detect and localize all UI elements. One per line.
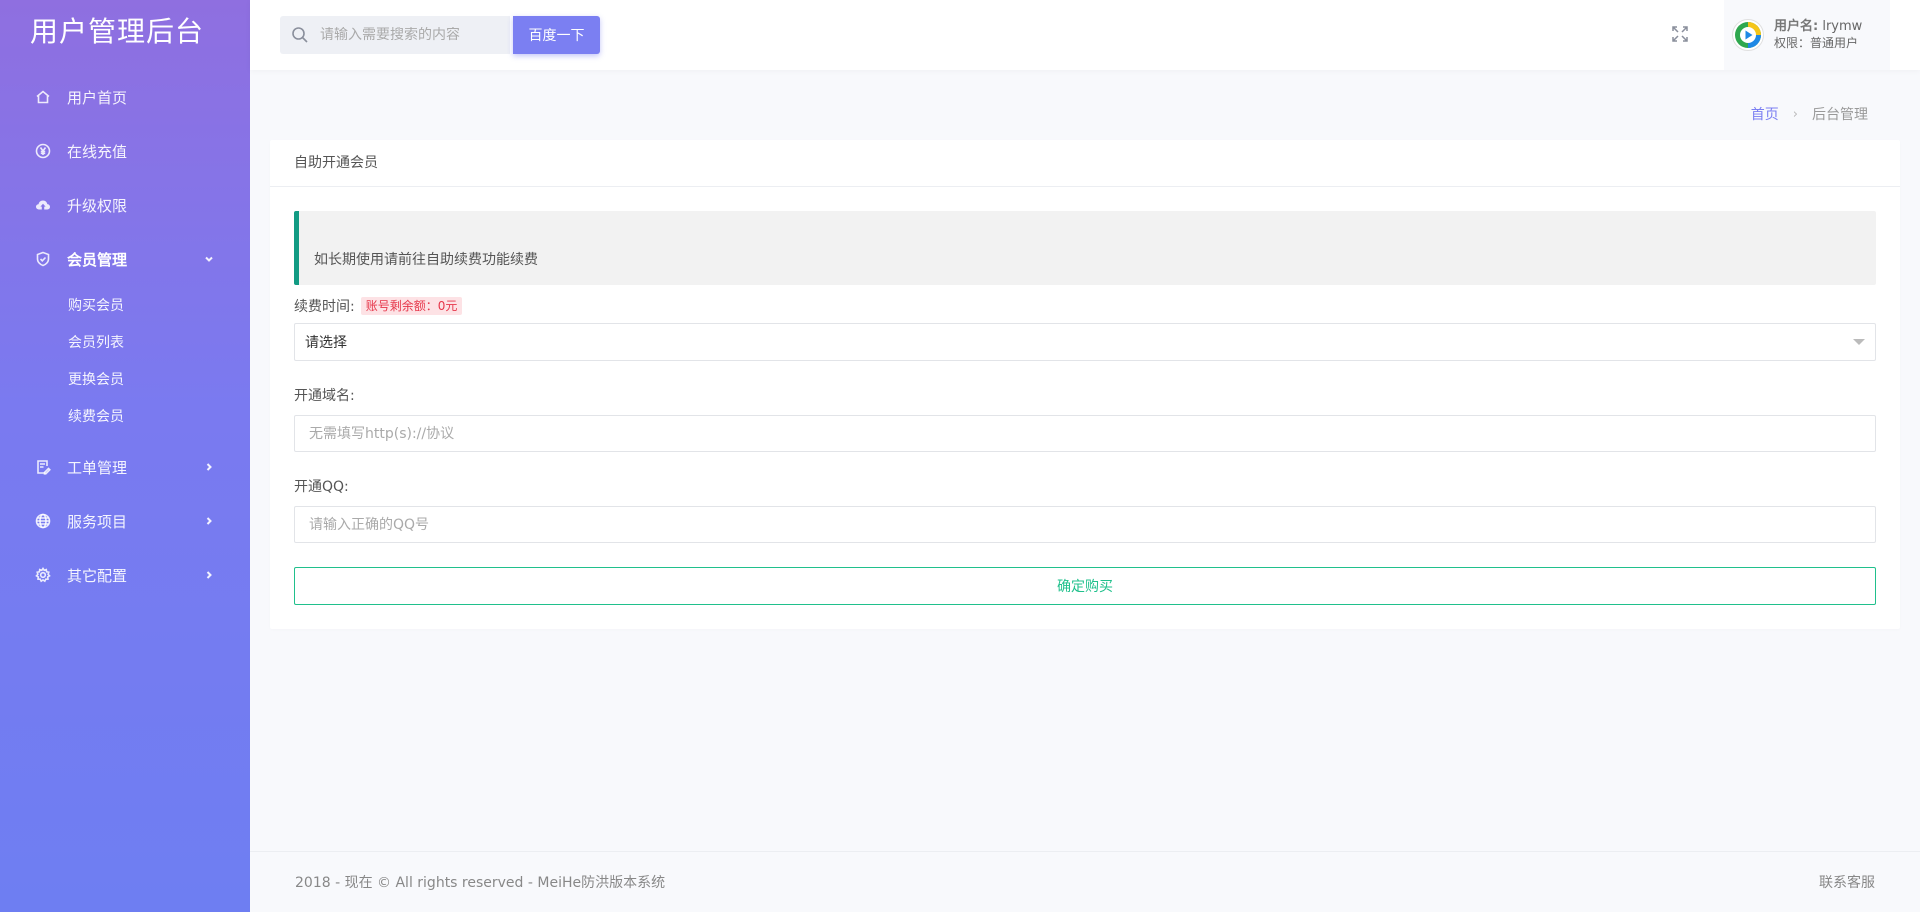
search-input[interactable] [320, 27, 500, 43]
sidebar: 用户管理后台 用户首页 在线充值 升级权限 会员管理 购买会员 会员列表 更换会… [0, 0, 250, 912]
yen-icon [34, 142, 52, 160]
renew-time-label: 续费时间: [294, 299, 355, 315]
card-title: 自助开通会员 [270, 140, 1900, 187]
notice-banner: 如长期使用请前往自助续费功能续费 [294, 211, 1876, 285]
balance-badge: 账号剩余额：0元 [360, 297, 463, 315]
breadcrumb-current: 后台管理 [1812, 107, 1868, 123]
avatar [1732, 19, 1764, 51]
domain-input[interactable] [294, 415, 1876, 452]
shield-check-icon [34, 250, 52, 268]
contact-support-link[interactable]: 联系客服 [1819, 872, 1875, 892]
sidebar-item-ticket-management[interactable]: 工单管理 [0, 440, 250, 494]
sidebar-item-label: 在线充值 [67, 142, 128, 161]
breadcrumb-home[interactable]: 首页 [1751, 104, 1779, 124]
submenu-item-member-list[interactable]: 会员列表 [0, 325, 250, 362]
ticket-edit-icon [34, 458, 52, 476]
sidebar-item-upgrade[interactable]: 升级权限 [0, 178, 250, 232]
qq-label: 开通QQ: [294, 479, 349, 495]
sidebar-item-member-management[interactable]: 会员管理 [0, 232, 250, 286]
sidebar-item-label: 升级权限 [67, 196, 128, 215]
sidebar-item-label: 其它配置 [67, 566, 128, 585]
notice-text: 如长期使用请前往自助续费功能续费 [314, 252, 538, 268]
renew-time-select[interactable]: 请选择 [294, 323, 1876, 361]
user-info: 用户名: lrymw 权限：普通用户 [1774, 19, 1862, 51]
chevron-right-icon [204, 515, 216, 527]
breadcrumb-separator: › [1792, 106, 1798, 122]
username-label: 用户名: [1774, 19, 1819, 34]
username: lrymw [1822, 19, 1863, 34]
home-icon [34, 88, 52, 106]
chevron-down-icon [204, 253, 216, 265]
sidebar-item-label: 用户首页 [67, 88, 128, 107]
chevron-right-icon [204, 461, 216, 473]
gear-icon [34, 566, 52, 584]
caret-down-icon [1853, 339, 1865, 345]
sidebar-item-recharge[interactable]: 在线充值 [0, 124, 250, 178]
renew-time-label-row: 续费时间: 账号剩余额：0元 [294, 297, 1876, 315]
submenu-member-management: 购买会员 会员列表 更换会员 续费会员 [0, 286, 250, 440]
sidebar-item-services[interactable]: 服务项目 [0, 494, 250, 548]
confirm-purchase-button[interactable]: 确定购买 [294, 567, 1876, 605]
domain-label: 开通域名: [294, 388, 355, 404]
top-header: 百度一下 用户名: lrymw 权限：普通用户 [250, 0, 1920, 70]
footer: 2018 - 现在 © All rights reserved - MeiHe防… [250, 851, 1920, 912]
card-body: 如长期使用请前往自助续费功能续费 续费时间: 账号剩余额：0元 请选择 开通域名… [270, 187, 1900, 605]
sidebar-item-other-settings[interactable]: 其它配置 [0, 548, 250, 602]
brand-title: 用户管理后台 [30, 15, 205, 48]
select-value: 请选择 [305, 335, 347, 351]
fullscreen-icon[interactable] [1670, 24, 1690, 44]
sidebar-item-label: 工单管理 [67, 458, 128, 477]
submenu-item-change-member[interactable]: 更换会员 [0, 362, 250, 399]
globe-icon [34, 512, 52, 530]
chevron-right-icon [204, 569, 216, 581]
sidebar-nav: 用户首页 在线充值 升级权限 会员管理 购买会员 会员列表 更换会员 续费会员 … [0, 70, 250, 602]
sidebar-item-label: 会员管理 [67, 250, 128, 269]
member-purchase-card: 自助开通会员 如长期使用请前往自助续费功能续费 续费时间: 账号剩余额：0元 请… [270, 140, 1900, 629]
qq-input[interactable] [294, 506, 1876, 543]
search-button[interactable]: 百度一下 [513, 16, 600, 54]
submenu-item-renew-member[interactable]: 续费会员 [0, 399, 250, 436]
search-icon [290, 25, 310, 45]
submenu-item-buy-member[interactable]: 购买会员 [0, 288, 250, 325]
cloud-upload-icon [34, 196, 52, 214]
user-menu[interactable]: 用户名: lrymw 权限：普通用户 [1724, 0, 1890, 70]
breadcrumb: 首页 › 后台管理 [1751, 104, 1868, 124]
sidebar-item-label: 服务项目 [67, 512, 128, 531]
sidebar-item-user-home[interactable]: 用户首页 [0, 70, 250, 124]
user-role: 权限：普通用户 [1774, 36, 1859, 50]
search-box [280, 16, 510, 54]
copyright-text: 2018 - 现在 © All rights reserved - MeiHe防… [295, 875, 666, 891]
